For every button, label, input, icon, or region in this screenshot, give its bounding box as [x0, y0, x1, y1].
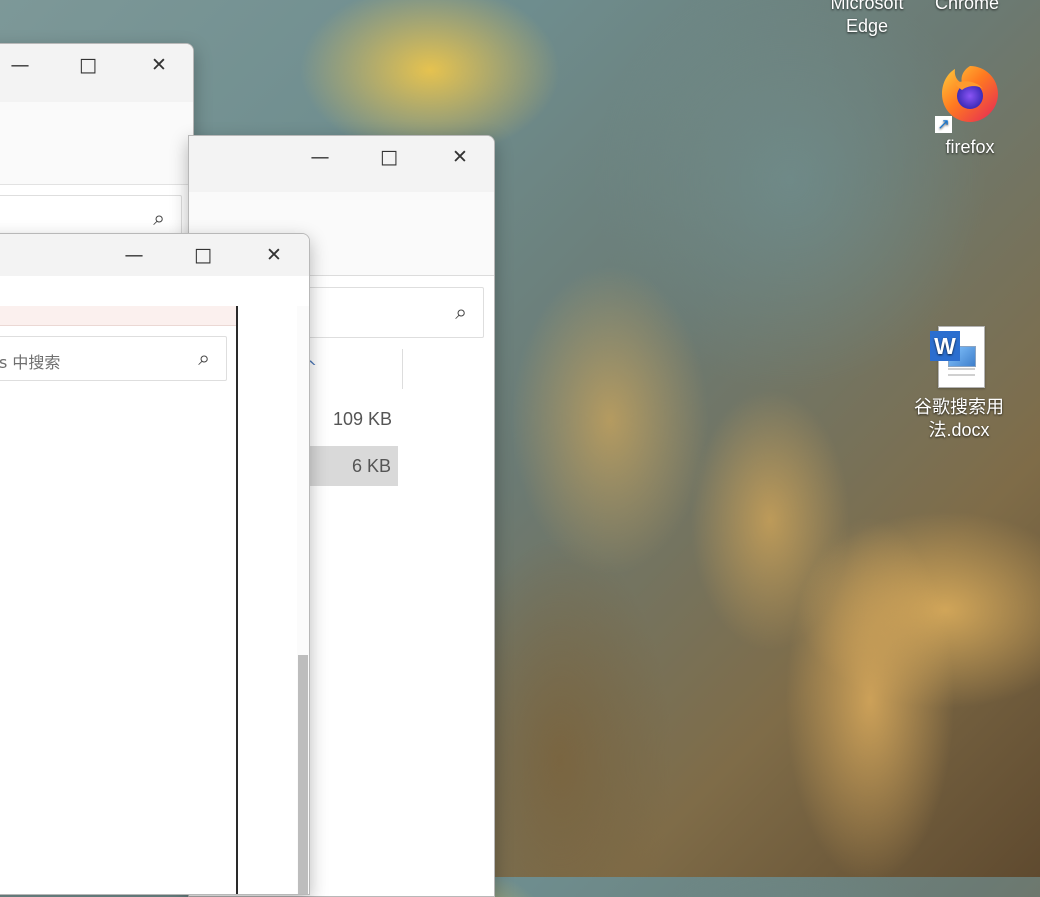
minimize-button[interactable]: — [100, 234, 168, 276]
maximize-button[interactable]: □ [355, 136, 423, 178]
close-icon: ✕ [266, 244, 282, 266]
notification-bar [0, 306, 237, 326]
maximize-button[interactable]: □ [54, 44, 122, 86]
shortcut-arrow-icon: ↗ [935, 116, 952, 133]
search-icon: ⌕ [455, 300, 467, 324]
middle-titlebar[interactable]: — □ ✕ [189, 136, 494, 192]
word-document-label-line2: 法.docx [928, 420, 990, 440]
maximize-icon: □ [380, 146, 398, 168]
maximize-button[interactable]: □ [169, 234, 237, 276]
search-placeholder: s 中搜索 [0, 353, 61, 372]
edge-label-line1: Microsoft [830, 0, 904, 13]
desktop-icon-word-document[interactable]: W 谷歌搜索用 法.docx [910, 326, 1008, 442]
file-size: 109 KB [332, 409, 392, 429]
front-titlebar[interactable]: — □ ✕ [0, 234, 309, 276]
word-document-icon: W [930, 326, 988, 388]
desktop-icon-chrome[interactable]: Chrome [919, 0, 1015, 15]
search-box[interactable]: s 中搜索 ⌕ [0, 336, 227, 381]
desktop-icon-edge[interactable]: Microsoft Edge [819, 0, 915, 38]
chrome-label: Chrome [934, 0, 1000, 13]
column-divider[interactable] [402, 349, 403, 389]
close-icon: ✕ [151, 54, 167, 76]
maximize-icon: □ [79, 54, 97, 76]
front-window: — □ ✕ s 中搜索 ⌕ [0, 233, 310, 895]
minimize-icon: — [124, 244, 144, 266]
minimize-icon: — [10, 54, 30, 76]
search-icon: ⌕ [198, 346, 210, 370]
firefox-icon: ↗ [935, 61, 1003, 133]
back-window: — □ ✕ ⌕ [0, 43, 194, 265]
search-icon: ⌕ [153, 206, 165, 230]
maximize-icon: □ [194, 244, 212, 266]
minimize-button[interactable]: — [0, 44, 54, 86]
file-size: 6 KB [351, 456, 391, 476]
close-button[interactable]: ✕ [125, 44, 193, 86]
desktop-icon-firefox[interactable]: ↗ firefox [922, 61, 1018, 159]
firefox-label: firefox [945, 137, 995, 157]
back-titlebar[interactable]: — □ ✕ [0, 44, 193, 102]
scrollbar-thumb[interactable] [298, 655, 308, 894]
back-ribbon-area [0, 102, 193, 185]
minimize-button[interactable]: — [286, 136, 354, 178]
pane-divider[interactable] [236, 306, 238, 894]
minimize-icon: — [310, 146, 330, 168]
word-document-label-line1: 谷歌搜索用 [914, 397, 1004, 417]
edge-label-line2: Edge [845, 16, 889, 36]
close-button[interactable]: ✕ [240, 234, 308, 276]
search-bar[interactable]: ⌕ [297, 287, 484, 338]
close-button[interactable]: ✕ [426, 136, 494, 178]
vertical-scrollbar[interactable] [297, 306, 309, 894]
close-icon: ✕ [452, 146, 468, 168]
